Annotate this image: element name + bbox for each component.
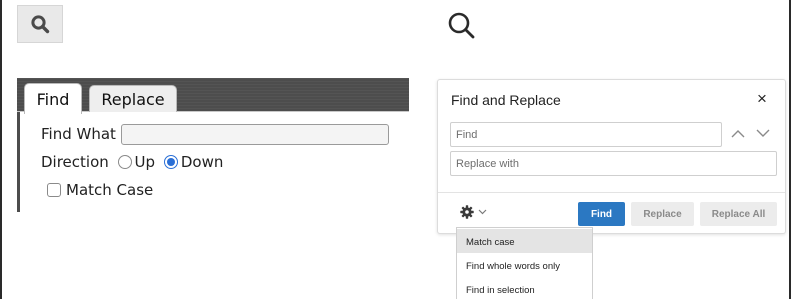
close-icon[interactable]: × — [757, 89, 767, 109]
replace-button[interactable]: Replace — [631, 202, 694, 226]
tab-replace[interactable]: Replace — [89, 85, 177, 112]
search-icon[interactable] — [446, 10, 478, 42]
gear-icon — [460, 205, 474, 219]
menu-item-whole-words[interactable]: Find whole words only — [457, 253, 592, 277]
replace-all-button[interactable]: Replace All — [700, 202, 777, 226]
find-what-label: Find What — [41, 125, 116, 143]
frame-border-left — [0, 0, 2, 299]
direction-label: Direction — [41, 153, 109, 171]
options-menu: Match case Find whole words only Find in… — [456, 227, 593, 299]
match-case-label[interactable]: Match Case — [66, 181, 153, 199]
chevron-down-icon[interactable] — [752, 123, 774, 143]
classic-find-panel: Find Replace Find What Direction Up Down… — [17, 78, 409, 212]
menu-item-in-selection[interactable]: Find in selection — [457, 277, 592, 301]
menu-item-match-case[interactable]: Match case — [457, 229, 592, 253]
find-button[interactable]: Find — [578, 202, 625, 226]
search-button[interactable] — [17, 5, 63, 43]
match-case-row: Match Case — [47, 181, 153, 199]
direction-row: Direction Up Down — [41, 153, 223, 171]
tab-find[interactable]: Find — [24, 83, 82, 114]
dialog-divider — [438, 192, 785, 193]
direction-up-label[interactable]: Up — [135, 153, 156, 171]
frame-border-right — [789, 0, 791, 299]
panel-edge — [17, 112, 20, 212]
direction-up-radio[interactable] — [117, 155, 132, 169]
replace-input[interactable]: Replace with — [450, 151, 777, 176]
match-case-checkbox[interactable] — [47, 183, 61, 197]
options-button[interactable] — [460, 205, 487, 219]
find-replace-dialog: Find and Replace × Find Replace with Fin… — [437, 79, 786, 234]
find-input[interactable]: Find — [450, 122, 722, 147]
search-icon — [31, 15, 50, 34]
find-what-input[interactable] — [121, 124, 389, 145]
chevron-down-icon — [478, 209, 487, 215]
dialog-title: Find and Replace — [451, 92, 561, 108]
chevron-up-icon[interactable] — [727, 123, 749, 143]
direction-down-radio[interactable] — [163, 155, 178, 169]
direction-down-label[interactable]: Down — [181, 153, 224, 171]
